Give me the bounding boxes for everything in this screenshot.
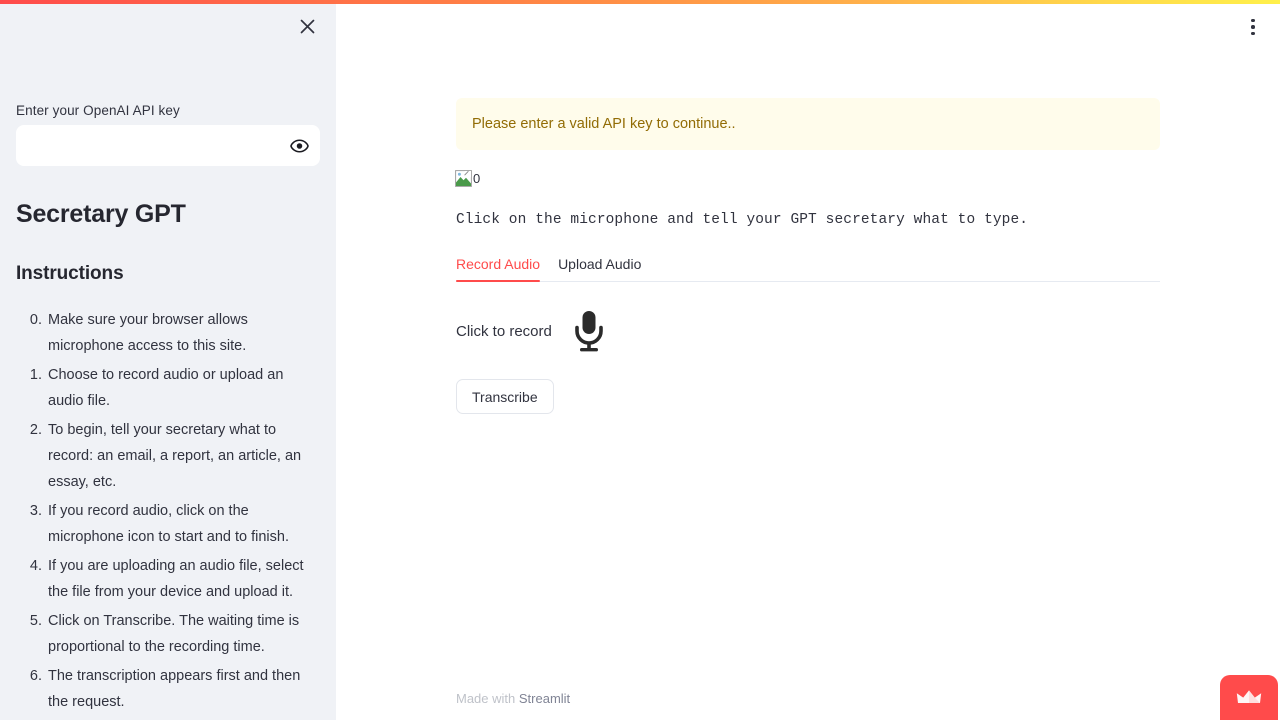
tab-record-audio[interactable]: Record Audio (456, 256, 541, 282)
list-item: 5. Click on Transcribe. The waiting time… (20, 608, 320, 660)
tab-group: Record Audio Upload Audio (456, 256, 1160, 282)
menu-dot (1251, 25, 1255, 29)
list-item-label: Click on Transcribe. The waiting time is… (48, 613, 300, 655)
list-item-number: 1. (29, 367, 42, 383)
list-item-label: To begin, tell your secretary what to re… (48, 422, 302, 490)
main-content: Please enter a valid API key to continue… (336, 0, 1280, 720)
crown-icon[interactable] (1220, 675, 1278, 720)
list-item-number: 6. (29, 668, 42, 684)
record-label: Click to record (456, 322, 552, 340)
mono-instruction-text: Click on the microphone and tell your GP… (456, 212, 1029, 228)
api-key-field[interactable] (16, 125, 320, 166)
list-item-label: Choose to record audio or upload an audi… (48, 367, 284, 409)
more-vertical-icon[interactable] (1240, 14, 1266, 40)
warning-message: Please enter a valid API key to continue… (472, 116, 736, 132)
menu-dot (1251, 18, 1255, 23)
api-key-label: Enter your OpenAI API key (16, 103, 180, 118)
list-item: 3. If you record audio, click on the mic… (20, 498, 320, 550)
close-icon[interactable] (294, 13, 320, 39)
tab-strip: Record Audio Upload Audio (456, 256, 1160, 282)
api-key-input[interactable] (17, 126, 279, 165)
status-badge: Please enter a valid API key to continue… (456, 98, 1160, 150)
list-item: 4. If you are uploading an audio file, s… (20, 553, 320, 605)
list-item-number: 5. (29, 613, 42, 629)
list-item-number: 0. (29, 312, 42, 328)
top-gradient-bar (0, 0, 1280, 4)
eye-icon[interactable] (279, 126, 319, 165)
record-control-row: Click to record (456, 305, 612, 357)
list-item-number: 3. (29, 503, 42, 519)
tab-upload-audio[interactable]: Upload Audio (558, 256, 641, 281)
broken-image-alt-text: 0 (473, 171, 481, 186)
instructions-list: 0. Make sure your browser allows microph… (20, 307, 320, 718)
footer: Made with Streamlit (456, 691, 570, 706)
list-item-label: If you record audio, click on the microp… (48, 503, 289, 545)
microphone-icon[interactable] (566, 305, 612, 357)
tab-underline (456, 281, 1160, 282)
list-item-number: 2. (29, 422, 42, 438)
transcribe-button[interactable]: Transcribe (456, 379, 554, 414)
sidebar: Enter your OpenAI API key Secretary GPT … (0, 0, 336, 720)
list-item: 1. Choose to record audio or upload an a… (20, 362, 320, 414)
page-title: Secretary GPT (16, 200, 186, 228)
broken-image-icon (455, 170, 472, 187)
list-item: 0. Make sure your browser allows microph… (20, 307, 320, 359)
footer-prefix: Made with (456, 691, 519, 706)
streamlit-link[interactable]: Streamlit (519, 691, 570, 706)
list-item: 2. To begin, tell your secretary what to… (20, 417, 320, 495)
menu-dot (1251, 31, 1255, 36)
list-item-label: Make sure your browser allows microphone… (48, 312, 248, 354)
list-item: 6. The transcription appears first and t… (20, 663, 320, 715)
list-item-label: The transcription appears first and then… (48, 668, 301, 710)
instructions-heading: Instructions (16, 263, 124, 284)
list-item-label: If you are uploading an audio file, sele… (48, 558, 304, 600)
broken-image-placeholder: 0 (455, 170, 480, 187)
list-item-number: 4. (29, 558, 42, 574)
